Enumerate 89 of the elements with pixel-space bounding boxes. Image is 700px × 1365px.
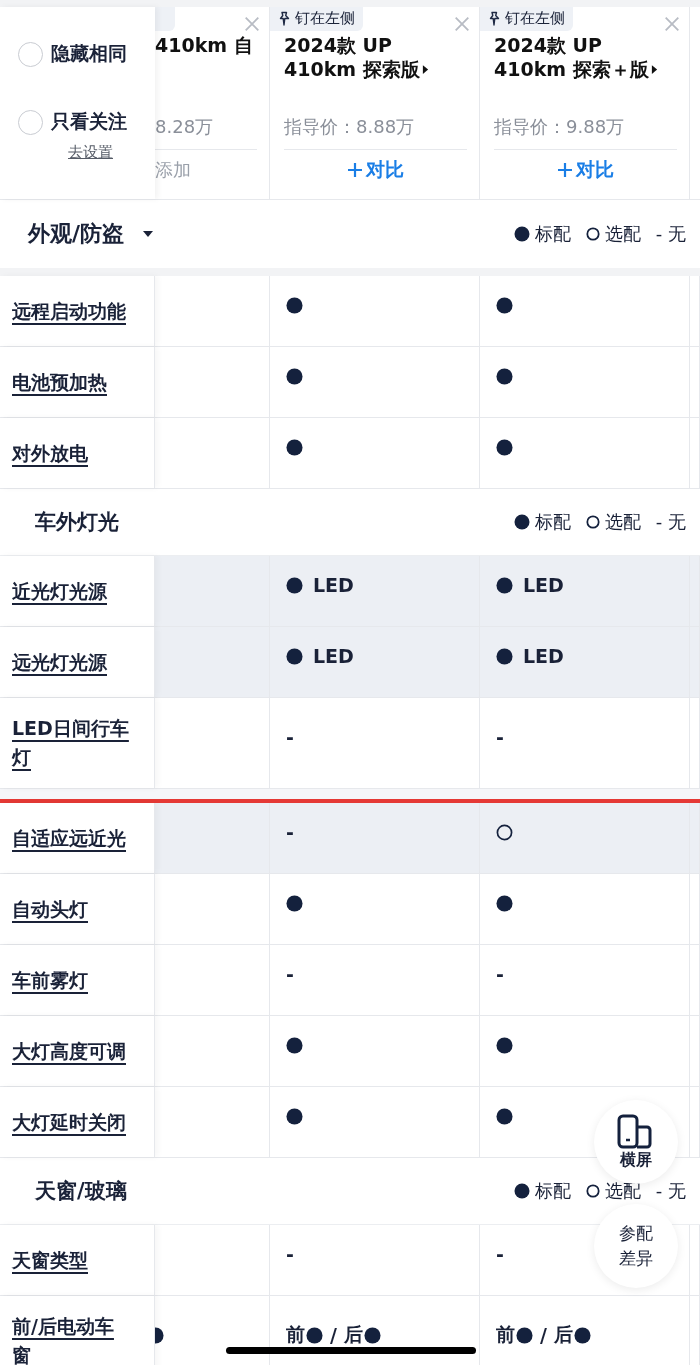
cell-value: - bbox=[286, 726, 294, 748]
filled-dot-icon bbox=[496, 576, 513, 594]
floating-button[interactable]: 参配差异 bbox=[594, 1204, 678, 1288]
cell-value: LED bbox=[313, 574, 354, 596]
cell-value: 前 bbox=[496, 1322, 515, 1347]
filled-dot-icon bbox=[286, 647, 303, 665]
car-name[interactable]: 410km 自 bbox=[155, 33, 253, 57]
close-icon[interactable] bbox=[243, 15, 261, 33]
legend-label: 标配 bbox=[534, 1179, 571, 1203]
filled-dot-icon bbox=[286, 576, 303, 594]
added-label: 添加 bbox=[155, 158, 191, 182]
cell-value: LED bbox=[523, 574, 564, 596]
separator: / bbox=[330, 1324, 337, 1346]
triangle-icon bbox=[650, 63, 658, 75]
pin-tag[interactable]: 钉在左侧 bbox=[270, 7, 363, 31]
compare-button[interactable]: 对比 bbox=[347, 157, 404, 183]
row-label[interactable]: 车前雾灯 bbox=[12, 965, 132, 995]
filled-dot-icon bbox=[516, 1326, 533, 1344]
car-name[interactable]: 410km 探索版 bbox=[284, 57, 420, 81]
filled-dot-icon bbox=[573, 1326, 591, 1344]
filled-dot-icon bbox=[286, 894, 303, 912]
section-title: 外观/防盗 bbox=[28, 220, 125, 248]
cell-value: - bbox=[496, 963, 504, 985]
filled-dot-icon bbox=[496, 894, 513, 912]
car-name[interactable]: 410km 探索＋版 bbox=[494, 57, 649, 81]
cell-value: 后 bbox=[343, 1322, 363, 1347]
filled-dot-icon bbox=[496, 1107, 513, 1125]
row-label[interactable]: 大灯高度可调 bbox=[12, 1036, 132, 1066]
filled-dot-icon bbox=[513, 1183, 530, 1199]
caret-icon[interactable] bbox=[142, 230, 155, 238]
filled-dot-icon bbox=[513, 226, 530, 242]
hollow-dot-icon bbox=[496, 823, 513, 841]
cell-value: - bbox=[496, 726, 504, 748]
cell-value: - bbox=[286, 821, 294, 843]
filled-dot-icon bbox=[286, 296, 303, 314]
plus-icon bbox=[347, 162, 363, 178]
legend-label: 标配 bbox=[534, 510, 571, 534]
separator: / bbox=[540, 1324, 547, 1346]
cell-value: LED bbox=[523, 645, 564, 667]
row-label[interactable]: LED日间行车灯 bbox=[12, 714, 132, 772]
filled-dot-icon bbox=[496, 367, 513, 385]
row-label[interactable]: 远程启动功能 bbox=[12, 296, 132, 326]
row-label[interactable]: 前/后电动车窗 bbox=[12, 1312, 132, 1365]
option-label: 隐藏相同 bbox=[51, 41, 127, 66]
legend-label: 选配 bbox=[604, 222, 641, 246]
filled-dot-icon bbox=[496, 296, 513, 314]
close-icon[interactable] bbox=[663, 15, 681, 33]
cell-value: - bbox=[286, 963, 294, 985]
cell-value: 前 bbox=[286, 1322, 305, 1347]
filled-dot-icon bbox=[286, 1107, 303, 1125]
triangle-icon bbox=[421, 63, 429, 75]
filled-dot-icon bbox=[513, 514, 530, 530]
filled-dot-icon bbox=[286, 367, 303, 385]
section-title: 天窗/玻璃 bbox=[35, 1178, 127, 1205]
row-label[interactable]: 大灯延时关闭 bbox=[12, 1107, 132, 1137]
filled-dot-icon bbox=[286, 1036, 303, 1054]
compare-button[interactable]: 对比 bbox=[557, 157, 614, 183]
filled-dot-icon bbox=[496, 438, 513, 456]
cell-value: - bbox=[496, 1243, 504, 1265]
filled-dot-icon bbox=[306, 1326, 323, 1344]
filled-dot-icon bbox=[363, 1326, 381, 1344]
car-price: 8.28万 bbox=[155, 115, 257, 150]
hollow-dot-icon bbox=[585, 515, 600, 529]
section-title: 车外灯光 bbox=[35, 509, 119, 536]
legend-label: 标配 bbox=[534, 222, 571, 246]
car-name[interactable]: 2024款 UP bbox=[494, 33, 602, 57]
hollow-dot-icon bbox=[585, 227, 600, 241]
legend-label: 选配 bbox=[604, 510, 641, 534]
row-label[interactable]: 电池预加热 bbox=[12, 367, 132, 397]
row-label[interactable]: 自动头灯 bbox=[12, 894, 132, 924]
close-icon[interactable] bbox=[453, 15, 471, 33]
filled-dot-icon bbox=[496, 647, 513, 665]
pin-tag[interactable]: 钉在左侧 bbox=[480, 7, 573, 31]
car-name[interactable]: 2024款 UP bbox=[284, 33, 392, 57]
legend-label: - 无 bbox=[655, 222, 686, 246]
settings-link[interactable]: 去设置 bbox=[68, 143, 113, 162]
plus-icon bbox=[557, 162, 573, 178]
cell-value: LED bbox=[313, 645, 354, 667]
cell-value: - bbox=[286, 1243, 294, 1265]
row-label[interactable]: 天窗类型 bbox=[12, 1245, 132, 1275]
cell-value: 后 bbox=[553, 1322, 573, 1347]
legend-label: - 无 bbox=[655, 510, 686, 534]
filled-dot-icon bbox=[286, 438, 303, 456]
option-label: 只看关注 bbox=[51, 109, 127, 134]
car-price: 指导价：9.88万 bbox=[494, 115, 677, 150]
row-label[interactable]: 对外放电 bbox=[12, 438, 132, 468]
hollow-dot-icon bbox=[585, 1184, 600, 1198]
filled-dot-icon bbox=[496, 1036, 513, 1054]
car-price: 指导价：8.88万 bbox=[284, 115, 467, 150]
